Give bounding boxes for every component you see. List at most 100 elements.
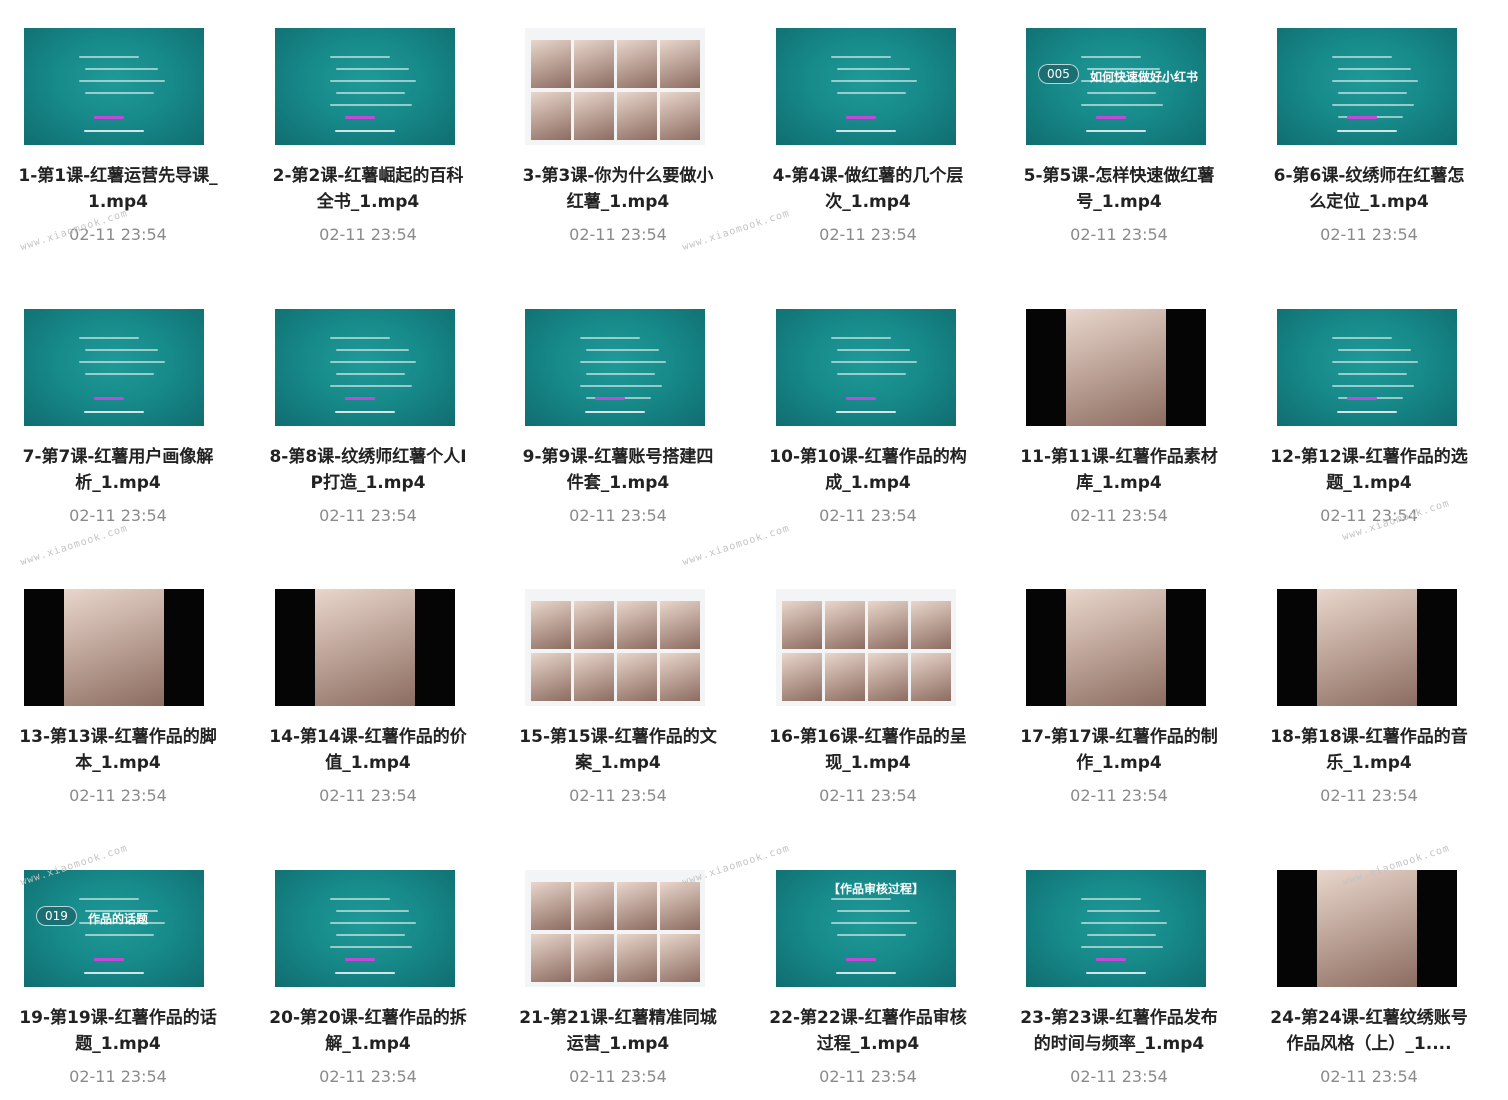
file-name[interactable]: 1-第1课-红薯运营先导课_1.mp4 [16,163,220,215]
photo-tile [660,40,700,88]
pink-mark [345,958,375,961]
file-name[interactable]: 2-第2课-红薯崛起的百科全书_1.mp4 [266,163,470,215]
slide-text-line [330,361,416,363]
video-thumbnail[interactable] [525,309,705,426]
file-item[interactable]: 20-第20课-红薯作品的拆解_1.mp4 02-11 23:54 [266,870,467,1100]
slide-text-line [837,349,910,351]
video-thumbnail[interactable] [1277,309,1457,426]
thumbnail-content: 005 如何快速做好小红书 [1026,28,1206,145]
file-name[interactable]: 16-第16课-红薯作品的呈现_1.mp4 [766,724,970,776]
slide-text-line [1338,92,1407,94]
lesson-number-badge: 019 [36,906,77,926]
file-item[interactable]: 9-第9课-红薯账号搭建四件套_1.mp4 02-11 23:54 [516,309,716,569]
file-item[interactable]: 019 作品的话题 19-第19课-红薯作品的话题_1.mp4 02-11 23:54 [16,870,217,1100]
video-thumbnail[interactable] [275,28,455,145]
file-name[interactable]: 4-第4课-做红薯的几个层次_1.mp4 [766,163,970,215]
file-name[interactable]: 7-第7课-红薯用户画像解析_1.mp4 [16,444,220,496]
lesson-number-badge: 005 [1038,64,1079,84]
video-thumbnail[interactable] [1277,870,1457,987]
slide-text-line [580,337,640,339]
file-date: 02-11 23:54 [569,1067,667,1086]
file-date: 02-11 23:54 [819,225,917,244]
video-thumbnail[interactable]: 【作品审核过程】 [776,870,956,987]
file-item[interactable]: 14-第14课-红薯作品的价值_1.mp4 02-11 23:54 [266,589,467,849]
video-thumbnail[interactable] [24,589,204,706]
video-thumbnail[interactable] [1277,589,1457,706]
slide-footer-line [836,411,896,413]
photo-tile [574,40,614,88]
file-item[interactable]: 23-第23课-红薯作品发布的时间与频率_1.mp4 02-11 23:54 [1017,870,1218,1100]
video-thumbnail[interactable] [275,589,455,706]
slide-text-line [330,56,390,58]
file-name[interactable]: 23-第23课-红薯作品发布的时间与频率_1.mp4 [1017,1005,1221,1057]
file-name[interactable]: 6-第6课-纹绣师在红薯怎么定位_1.mp4 [1267,163,1471,215]
video-thumbnail[interactable] [776,309,956,426]
file-item[interactable]: 10-第10课-红薯作品的构成_1.mp4 02-11 23:54 [766,309,967,569]
video-thumbnail[interactable] [525,589,705,706]
file-item[interactable]: 16-第16课-红薯作品的呈现_1.mp4 02-11 23:54 [766,589,967,849]
pink-mark [846,958,876,961]
video-thumbnail[interactable] [525,28,705,145]
slide-text-line [580,361,666,363]
file-name[interactable]: 11-第11课-红薯作品素材库_1.mp4 [1017,444,1221,496]
file-item[interactable]: 13-第13课-红薯作品的脚本_1.mp4 02-11 23:54 [16,589,217,849]
thumbnail-content [24,309,204,426]
file-item[interactable]: 005 如何快速做好小红书 5-第5课-怎样快速做红薯号_1.mp4 02-11 23… [1017,28,1217,288]
file-date: 02-11 23:54 [819,506,917,525]
slide-text-line [336,373,405,375]
file-item[interactable]: 17-第17课-红薯作品的制作_1.mp4 02-11 23:54 [1017,589,1218,849]
slide-caption: 作品的话题 [88,912,149,926]
video-thumbnail[interactable]: 019 作品的话题 [24,870,204,987]
file-item[interactable]: 24-第24课-红薯纹绣账号作品风格（上）_1.... 02-11 23:54 [1267,870,1468,1100]
video-thumbnail[interactable]: 005 如何快速做好小红书 [1026,28,1206,145]
file-item[interactable]: 8-第8课-纹绣师红薯个人IP打造_1.mp4 02-11 23:54 [266,309,467,569]
file-date: 02-11 23:54 [1070,786,1168,805]
video-thumbnail[interactable] [1026,589,1206,706]
slide-text-line [1081,56,1141,58]
file-item[interactable]: 15-第15课-红薯作品的文案_1.mp4 02-11 23:54 [516,589,717,849]
file-item[interactable]: 18-第18课-红薯作品的音乐_1.mp4 02-11 23:54 [1267,589,1468,849]
video-thumbnail[interactable] [1026,309,1206,426]
file-name[interactable]: 22-第22课-红薯作品审核过程_1.mp4 [766,1005,970,1057]
video-thumbnail[interactable] [275,309,455,426]
file-name[interactable]: 14-第14课-红薯作品的价值_1.mp4 [266,724,470,776]
file-item[interactable]: 2-第2课-红薯崛起的百科全书_1.mp4 02-11 23:54 [266,28,466,288]
file-item[interactable]: 6-第6课-纹绣师在红薯怎么定位_1.mp4 02-11 23:54 [1267,28,1467,288]
file-name[interactable]: 12-第12课-红薯作品的选题_1.mp4 [1267,444,1471,496]
file-item[interactable]: 11-第11课-红薯作品素材库_1.mp4 02-11 23:54 [1017,309,1218,569]
file-name[interactable]: 13-第13课-红薯作品的脚本_1.mp4 [16,724,220,776]
video-thumbnail[interactable] [1277,28,1457,145]
video-thumbnail[interactable] [776,589,956,706]
file-name[interactable]: 5-第5课-怎样快速做红薯号_1.mp4 [1017,163,1221,215]
file-item[interactable]: 4-第4课-做红薯的几个层次_1.mp4 02-11 23:54 [766,28,966,288]
file-item[interactable]: 21-第21课-红薯精准同城运营_1.mp4 02-11 23:54 [516,870,717,1100]
slide-footer-line [1337,130,1397,132]
file-name[interactable]: 3-第3课-你为什么要做小红薯_1.mp4 [516,163,720,215]
slide-text-line [330,946,412,948]
video-frame [1317,870,1417,987]
video-thumbnail[interactable] [275,870,455,987]
file-item[interactable]: 【作品审核过程】 22-第22课-红薯作品审核过程_1.mp4 02-11 23:5… [766,870,967,1100]
video-thumbnail[interactable] [776,28,956,145]
file-name[interactable]: 17-第17课-红薯作品的制作_1.mp4 [1017,724,1221,776]
file-name[interactable]: 9-第9课-红薯账号搭建四件套_1.mp4 [516,444,720,496]
file-name[interactable]: 19-第19课-红薯作品的话题_1.mp4 [16,1005,220,1057]
file-name[interactable]: 24-第24课-红薯纹绣账号作品风格（上）_1.... [1267,1005,1471,1057]
video-thumbnail[interactable] [525,870,705,987]
video-thumbnail[interactable] [1026,870,1206,987]
video-frame [315,589,415,706]
pink-mark [1096,116,1126,119]
video-thumbnail[interactable] [24,309,204,426]
file-name[interactable]: 20-第20课-红薯作品的拆解_1.mp4 [266,1005,470,1057]
video-thumbnail[interactable] [24,28,204,145]
thumbnail-content: 019 作品的话题 [24,870,204,987]
file-name[interactable]: 8-第8课-纹绣师红薯个人IP打造_1.mp4 [266,444,470,496]
file-item[interactable]: 1-第1课-红薯运营先导课_1.mp4 02-11 23:54 [16,28,218,288]
file-name[interactable]: 10-第10课-红薯作品的构成_1.mp4 [766,444,970,496]
file-name[interactable]: 18-第18课-红薯作品的音乐_1.mp4 [1267,724,1471,776]
file-name[interactable]: 21-第21课-红薯精准同城运营_1.mp4 [516,1005,720,1057]
slide-text-line [837,92,906,94]
file-name[interactable]: 15-第15课-红薯作品的文案_1.mp4 [516,724,720,776]
slide-text-line [336,68,409,70]
slide-text-line [831,337,891,339]
